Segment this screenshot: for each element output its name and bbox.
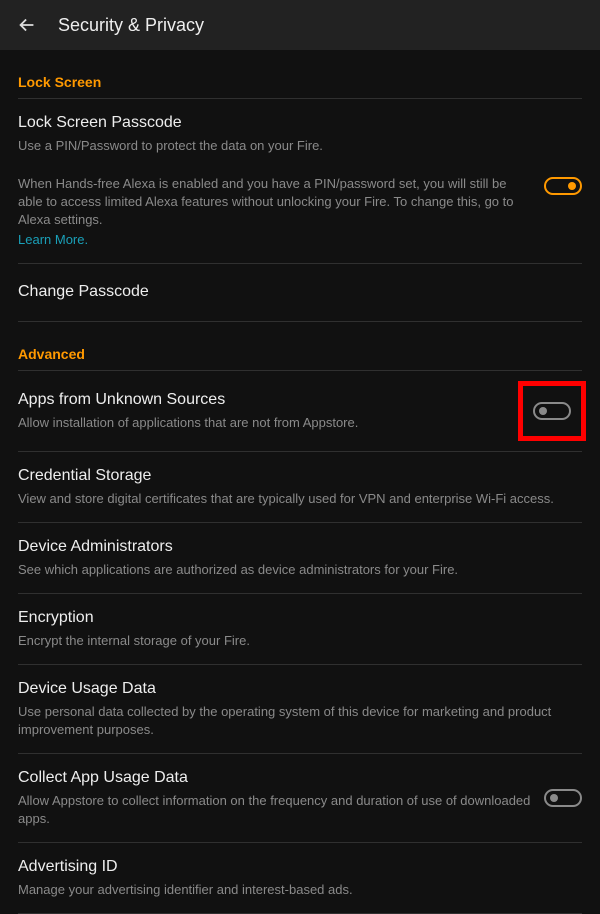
row-title: Change Passcode (18, 282, 582, 303)
row-subtitle: Allow installation of applications that … (18, 414, 510, 432)
row-title: Advertising ID (18, 857, 582, 878)
row-title: Collect App Usage Data (18, 768, 532, 789)
unknown-sources-row[interactable]: Apps from Unknown Sources Allow installa… (18, 371, 582, 451)
row-title: Encryption (18, 608, 582, 629)
collect-app-usage-toggle[interactable] (544, 789, 582, 807)
row-title: Lock Screen Passcode (18, 113, 582, 134)
row-title: Device Usage Data (18, 679, 582, 700)
advertising-id-row[interactable]: Advertising ID Manage your advertising i… (18, 843, 582, 913)
row-subtitle: Use personal data collected by the opera… (18, 703, 582, 739)
row-title: Device Administrators (18, 537, 582, 558)
row-subtitle: See which applications are authorized as… (18, 561, 582, 579)
section-header-lock-screen: Lock Screen (18, 50, 582, 98)
row-subtitle: Use a PIN/Password to protect the data o… (18, 137, 582, 155)
learn-more-link[interactable]: Learn More. (18, 230, 532, 250)
lock-screen-passcode-row[interactable]: Lock Screen Passcode Use a PIN/Password … (18, 99, 582, 169)
content-area: Lock Screen Lock Screen Passcode Use a P… (0, 50, 600, 914)
credential-storage-row[interactable]: Credential Storage View and store digita… (18, 452, 582, 522)
encryption-row[interactable]: Encryption Encrypt the internal storage … (18, 594, 582, 664)
change-passcode-row[interactable]: Change Passcode (18, 264, 582, 321)
row-subtitle: View and store digital certificates that… (18, 490, 582, 508)
row-subtitle: Allow Appstore to collect information on… (18, 792, 532, 828)
device-usage-row[interactable]: Device Usage Data Use personal data coll… (18, 665, 582, 753)
back-arrow-icon[interactable] (16, 14, 38, 36)
row-subtitle: Manage your advertising identifier and i… (18, 881, 582, 899)
header-bar: Security & Privacy (0, 0, 600, 50)
row-title: Credential Storage (18, 466, 582, 487)
section-header-advanced: Advanced (18, 322, 582, 370)
page-title: Security & Privacy (58, 15, 204, 36)
row-title: Apps from Unknown Sources (18, 390, 510, 411)
lock-screen-passcode-toggle[interactable] (544, 177, 582, 195)
alexa-note-row: When Hands-free Alexa is enabled and you… (18, 169, 582, 263)
highlight-annotation (518, 381, 586, 441)
alexa-note-text: When Hands-free Alexa is enabled and you… (18, 175, 532, 230)
collect-app-usage-row[interactable]: Collect App Usage Data Allow Appstore to… (18, 754, 582, 842)
row-subtitle: Encrypt the internal storage of your Fir… (18, 632, 582, 650)
unknown-sources-toggle[interactable] (533, 402, 571, 420)
device-administrators-row[interactable]: Device Administrators See which applicat… (18, 523, 582, 593)
